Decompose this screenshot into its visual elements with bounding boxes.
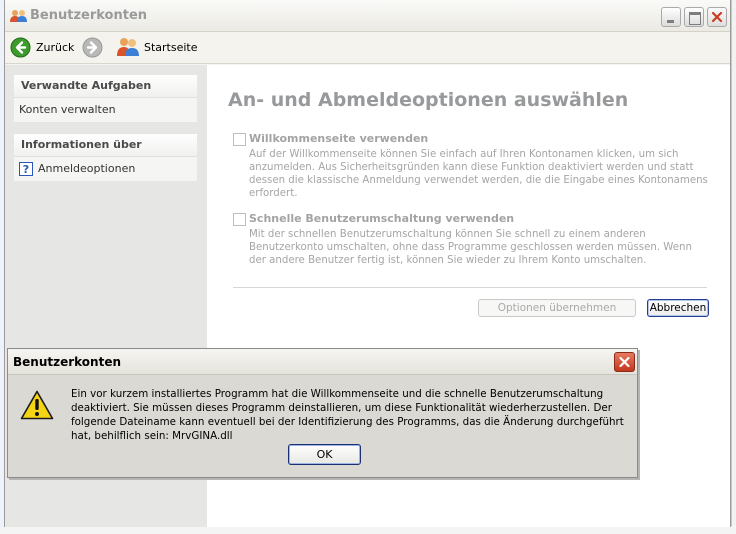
manage-accounts-label: Konten verwalten <box>19 103 116 116</box>
welcome-screen-label: Willkommenseite verwenden <box>249 132 429 145</box>
window-titlebar[interactable]: Benutzerkonten <box>5 0 730 32</box>
close-icon <box>711 11 723 23</box>
user-accounts-icon <box>117 38 139 56</box>
dialog-titlebar[interactable]: Benutzerkonten <box>8 349 637 375</box>
page-title: An- und Abmeldeoptionen auswählen <box>228 89 629 111</box>
back-arrow-icon <box>10 37 31 57</box>
forward-arrow-icon <box>82 37 103 57</box>
related-tasks-group: Verwandte Aufgaben Konten verwalten <box>14 75 197 122</box>
dialog-title: Benutzerkonten <box>13 355 122 369</box>
home-label: Startseite <box>144 40 198 54</box>
ok-button[interactable]: OK <box>288 444 361 465</box>
logon-options-help-link[interactable]: ? Anmeldeoptionen <box>14 157 197 181</box>
help-icon: ? <box>19 162 33 176</box>
welcome-screen-checkbox[interactable] <box>233 133 246 146</box>
back-label: Zurück <box>36 40 75 54</box>
cancel-button[interactable]: Abbrechen <box>647 299 709 317</box>
info-header[interactable]: Informationen über <box>14 134 197 156</box>
desktop-edge-bottom <box>0 526 736 534</box>
related-tasks-body: Konten verwalten <box>14 97 197 122</box>
maximize-button[interactable] <box>684 7 704 27</box>
fast-user-switching-label: Schnelle Benutzerumschaltung verwenden <box>249 212 515 225</box>
window-close-button[interactable] <box>707 7 727 27</box>
welcome-screen-description: Auf der Willkommenseite können Sie einfa… <box>249 149 708 199</box>
minimize-button[interactable] <box>661 7 681 27</box>
error-dialog: Benutzerkonten Ein vor kurzem installier… <box>7 348 638 478</box>
close-icon <box>619 356 630 368</box>
user-accounts-icon <box>10 9 28 23</box>
apply-options-button[interactable]: Optionen übernehmen <box>478 299 636 317</box>
forward-button[interactable] <box>82 36 103 58</box>
manage-accounts-link[interactable]: Konten verwalten <box>14 98 197 122</box>
back-button[interactable]: Zurück <box>10 36 74 58</box>
fast-user-switching-description: Mit der schnellen Benutzerumschaltung kö… <box>249 229 692 266</box>
dialog-message: Ein vor kurzem installiertes Programm ha… <box>71 388 624 442</box>
dialog-close-button[interactable] <box>614 352 635 372</box>
home-button[interactable]: Startseite <box>117 36 198 58</box>
info-group: Informationen über ? Anmeldeoptionen <box>14 134 197 181</box>
fast-user-switching-checkbox[interactable] <box>233 213 246 226</box>
svg-text:?: ? <box>23 163 29 176</box>
warning-icon <box>20 390 54 420</box>
navigation-bar: Zurück Startseite <box>5 32 730 64</box>
related-tasks-header[interactable]: Verwandte Aufgaben <box>14 75 197 97</box>
info-body: ? Anmeldeoptionen <box>14 156 197 181</box>
desktop-edge-right <box>731 0 736 534</box>
separator <box>233 287 707 288</box>
logon-options-label: Anmeldeoptionen <box>38 162 136 175</box>
window-title: Benutzerkonten <box>30 8 148 23</box>
